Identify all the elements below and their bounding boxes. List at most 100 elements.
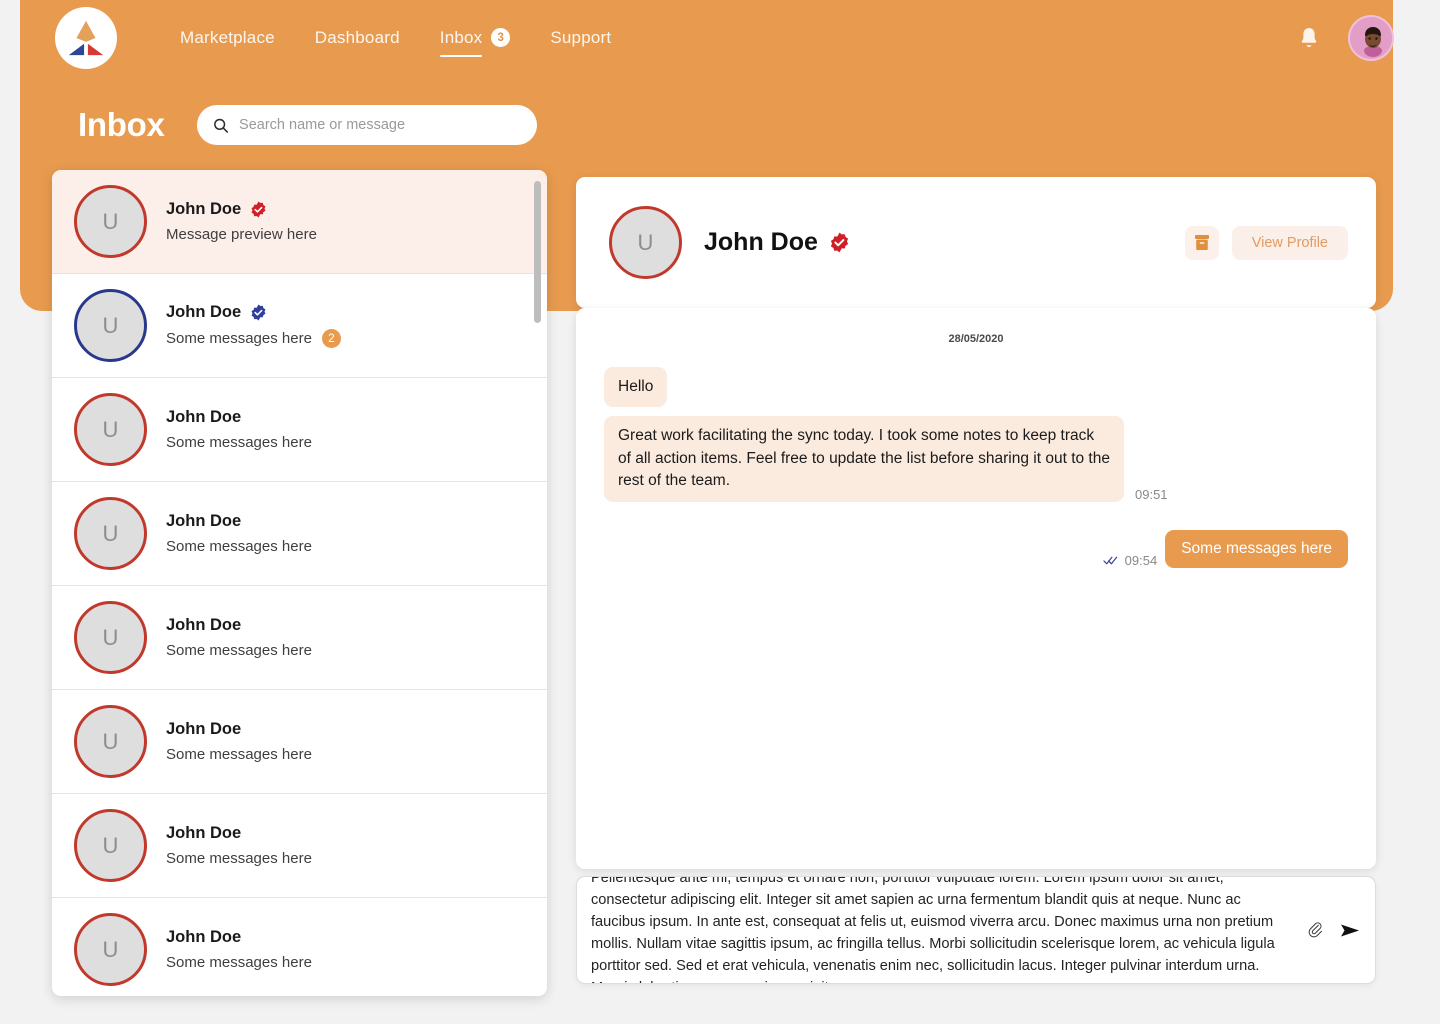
user-avatar[interactable] bbox=[1348, 14, 1394, 61]
conversation-preview-row: Message preview here bbox=[166, 226, 525, 243]
chat-avatar: U bbox=[609, 206, 682, 279]
nav-links: Marketplace Dashboard Inbox 3 Support bbox=[160, 0, 631, 75]
conversation-preview: Some messages here bbox=[166, 850, 312, 867]
conversation-name-row: John Doe bbox=[166, 720, 525, 739]
paperclip-icon[interactable] bbox=[1307, 921, 1324, 940]
avatar: U bbox=[74, 809, 147, 882]
list-scrollbar-thumb[interactable] bbox=[534, 181, 541, 323]
conversation-name: John Doe bbox=[166, 512, 242, 530]
search-input[interactable] bbox=[239, 117, 521, 133]
conversation-name-row: John Doe bbox=[166, 512, 525, 531]
conversation-item[interactable]: U John Doe Some messages here bbox=[52, 794, 547, 898]
conversation-body: John Doe Some messages here bbox=[166, 512, 525, 555]
conversation-name-row: John Doe bbox=[166, 303, 525, 322]
view-profile-button[interactable]: View Profile bbox=[1231, 225, 1348, 260]
page-header-row: Inbox bbox=[78, 105, 537, 145]
conversation-preview-row: Some messages here bbox=[166, 850, 525, 867]
avatar: U bbox=[74, 705, 147, 778]
conversation-preview: Some messages here bbox=[166, 746, 312, 763]
unread-count-badge: 2 bbox=[321, 329, 341, 348]
conversation-preview-row: Some messages here bbox=[166, 954, 525, 971]
conversation-item[interactable]: U John Doe Some messages here bbox=[52, 378, 547, 482]
conversation-name: John Doe bbox=[166, 408, 242, 426]
conversation-body: John Doe Some messages here 2 bbox=[166, 303, 525, 348]
chat-contact-name: John Doe bbox=[704, 228, 818, 256]
avatar: U bbox=[74, 913, 147, 986]
conversation-name: John Doe bbox=[166, 616, 242, 634]
conversation-preview: Message preview here bbox=[166, 226, 317, 243]
chat-header: U John Doe View Profile bbox=[576, 177, 1376, 308]
chat-actions: View Profile bbox=[1184, 225, 1348, 260]
conversation-list-panel: U John Doe Message preview here U John D… bbox=[52, 170, 547, 996]
page-title: Inbox bbox=[78, 106, 165, 143]
conversation-preview: Some messages here bbox=[166, 434, 312, 451]
verified-badge-icon bbox=[251, 304, 266, 321]
conversation-preview-row: Some messages here bbox=[166, 642, 525, 659]
app-logo[interactable] bbox=[55, 7, 117, 69]
nav-inbox-badge: 3 bbox=[491, 28, 511, 47]
chat-date-separator: 28/05/2020 bbox=[948, 333, 1004, 345]
archive-button[interactable] bbox=[1184, 225, 1219, 260]
archive-box-icon bbox=[1194, 235, 1209, 250]
conversation-name: John Doe bbox=[166, 928, 242, 946]
composer-actions bbox=[1291, 921, 1361, 940]
avatar: U bbox=[74, 185, 147, 258]
conversation-preview-row: Some messages here 2 bbox=[166, 329, 525, 348]
verified-badge-icon bbox=[251, 201, 266, 218]
conversation-body: John Doe Message preview here bbox=[166, 200, 525, 243]
user-avatar-icon bbox=[1350, 16, 1392, 59]
conversation-item[interactable]: U John Doe Message preview here bbox=[52, 170, 547, 274]
conversation-item[interactable]: U John Doe Some messages here bbox=[52, 898, 547, 996]
send-arrow-icon[interactable] bbox=[1340, 921, 1361, 940]
conversation-body: John Doe Some messages here bbox=[166, 720, 525, 763]
message-row-outgoing: 09:54 Some messages here bbox=[604, 529, 1348, 568]
conversation-body: John Doe Some messages here bbox=[166, 616, 525, 659]
conversation-preview-row: Some messages here bbox=[166, 538, 525, 555]
conversation-item[interactable]: U John Doe Some messages here 2 bbox=[52, 274, 547, 378]
chat-title: John Doe bbox=[704, 228, 850, 257]
message-row-incoming: Hello bbox=[604, 367, 1348, 408]
chat-message-area: 28/05/2020 Hello Great work facilitating… bbox=[576, 308, 1376, 869]
nav-right-actions bbox=[1298, 0, 1394, 75]
message-meta: 09:54 bbox=[1103, 552, 1158, 568]
top-navbar: Marketplace Dashboard Inbox 3 Support bbox=[0, 0, 1440, 75]
conversation-preview-row: Some messages here bbox=[166, 434, 525, 451]
nav-item-inbox[interactable]: Inbox 3 bbox=[420, 27, 531, 57]
conversation-body: John Doe Some messages here bbox=[166, 824, 525, 867]
message-composer[interactable]: Pellentesque ante mi, tempus et ornare n… bbox=[576, 876, 1376, 984]
avatar: U bbox=[74, 601, 147, 674]
nav-label: Inbox bbox=[439, 27, 483, 57]
message-bubble: Hello bbox=[604, 367, 668, 408]
conversation-name-row: John Doe bbox=[166, 928, 525, 947]
conversation-preview: Some messages here bbox=[166, 538, 312, 555]
triangle-logo-icon bbox=[68, 20, 104, 56]
double-check-icon bbox=[1103, 556, 1117, 565]
verified-badge-icon bbox=[830, 232, 849, 253]
search-icon bbox=[213, 118, 228, 133]
avatar: U bbox=[74, 497, 147, 570]
conversation-preview: Some messages here bbox=[166, 330, 312, 347]
conversation-preview: Some messages here bbox=[166, 954, 312, 971]
nav-item-dashboard[interactable]: Dashboard bbox=[295, 28, 420, 48]
message-input[interactable]: Pellentesque ante mi, tempus et ornare n… bbox=[585, 877, 1291, 983]
avatar: U bbox=[74, 289, 147, 362]
conversation-body: John Doe Some messages here bbox=[166, 928, 525, 971]
conversation-name-row: John Doe bbox=[166, 408, 525, 427]
nav-label: Support bbox=[550, 27, 612, 47]
conversation-item[interactable]: U John Doe Some messages here bbox=[52, 690, 547, 794]
conversation-item[interactable]: U John Doe Some messages here bbox=[52, 586, 547, 690]
conversation-name: John Doe bbox=[166, 824, 242, 842]
search-box[interactable] bbox=[196, 105, 537, 145]
conversation-item[interactable]: U John Doe Some messages here bbox=[52, 482, 547, 586]
nav-item-marketplace[interactable]: Marketplace bbox=[160, 28, 295, 48]
conversation-preview: Some messages here bbox=[166, 642, 312, 659]
message-time: 09:54 bbox=[1124, 552, 1158, 568]
notification-bell-icon[interactable] bbox=[1298, 26, 1320, 50]
conversation-list: U John Doe Message preview here U John D… bbox=[52, 170, 547, 996]
nav-label: Dashboard bbox=[314, 27, 400, 47]
conversation-body: John Doe Some messages here bbox=[166, 408, 525, 451]
conversation-name: John Doe bbox=[166, 720, 242, 738]
conversation-name-row: John Doe bbox=[166, 824, 525, 843]
nav-item-support[interactable]: Support bbox=[530, 28, 631, 48]
conversation-name: John Doe bbox=[166, 200, 242, 218]
